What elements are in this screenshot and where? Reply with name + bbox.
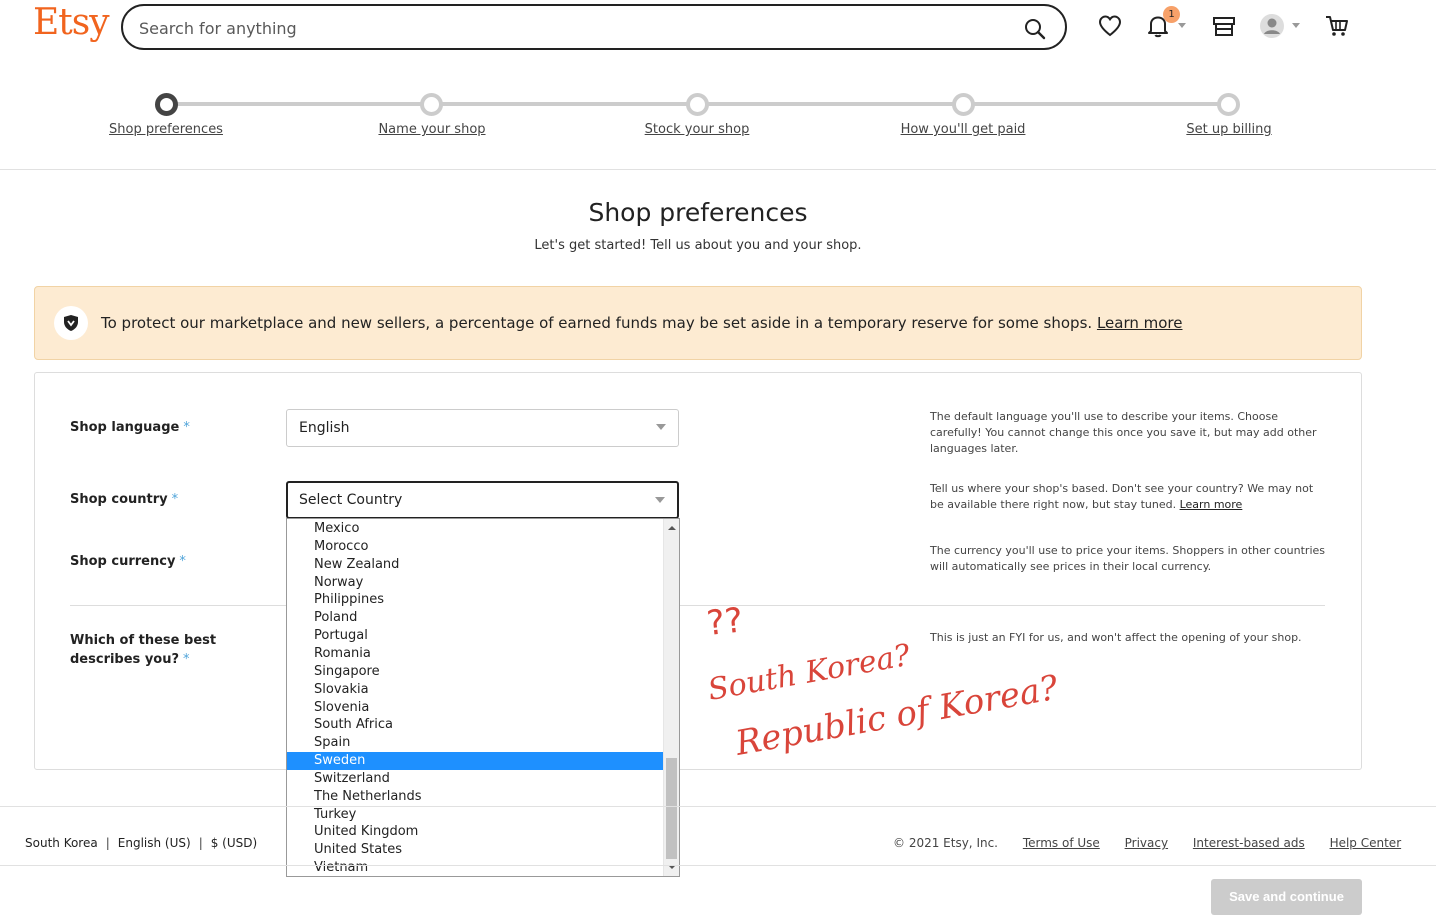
shop-country-select[interactable]: Select Country [286, 481, 679, 519]
country-dropdown-list[interactable]: Mexico Morocco New Zealand Norway Philippine… [286, 518, 680, 877]
footer-links: © 2021 Etsy, Inc. Terms of Use Privacy I… [893, 836, 1401, 850]
country-option[interactable]: Mexico [287, 520, 663, 538]
etsy-logo[interactable]: Etsy [33, 2, 110, 43]
step-shop-preferences[interactable]: Shop preferences [109, 122, 223, 137]
locale-settings[interactable]: South Korea | English (US) | $ (USD) [25, 836, 257, 850]
country-option[interactable]: United Kingdom [287, 823, 663, 841]
country-option[interactable]: Morocco [287, 538, 663, 556]
country-option[interactable]: Vietnam [287, 859, 663, 876]
shop-icon[interactable] [1211, 13, 1237, 39]
shop-language-help: The default language you'll use to descr… [930, 410, 1317, 455]
shop-country-help: Tell us where your shop's based. Don't s… [930, 482, 1314, 511]
search-icon[interactable] [1023, 17, 1047, 41]
country-option[interactable]: The Netherlands [287, 788, 663, 806]
save-and-continue-button[interactable]: Save and continue [1211, 879, 1362, 915]
dropdown-scrollbar[interactable] [663, 519, 679, 876]
footer-language[interactable]: English (US) [118, 836, 191, 850]
learn-more-link[interactable]: Learn more [1097, 314, 1183, 332]
shop-currency-help: The currency you'll use to price your it… [930, 544, 1326, 573]
banner-message: To protect our marketplace and new selle… [101, 314, 1182, 332]
banner-text: To protect our marketplace and new selle… [101, 314, 1093, 332]
step-name-your-shop[interactable]: Name your shop [378, 122, 485, 137]
country-learn-more-link[interactable]: Learn more [1180, 498, 1243, 511]
shield-icon [54, 306, 88, 340]
shop-currency-label: Shop currency * [70, 554, 186, 569]
country-option[interactable]: Singapore [287, 663, 663, 681]
terms-of-use-link[interactable]: Terms of Use [1023, 836, 1100, 850]
footer-region[interactable]: South Korea [25, 836, 98, 850]
page-subtitle: Let's get started! Tell us about you and… [534, 238, 862, 253]
country-option[interactable]: Spain [287, 734, 663, 752]
step-dot-shop-preferences [155, 93, 178, 116]
shop-language-label: Shop language * [70, 420, 190, 435]
step-dot-name-your-shop [420, 93, 443, 116]
divider [70, 605, 1325, 606]
search-bar[interactable] [121, 4, 1067, 50]
country-option[interactable]: Slovakia [287, 681, 663, 699]
country-option[interactable]: Portugal [287, 627, 663, 645]
step-billing[interactable]: Set up billing [1186, 122, 1271, 137]
step-stock-your-shop[interactable]: Stock your shop [645, 122, 750, 137]
scroll-thumb[interactable] [666, 758, 677, 859]
step-dot-get-paid [952, 93, 975, 116]
country-option[interactable]: Switzerland [287, 770, 663, 788]
shop-country-label: Shop country * [70, 492, 179, 507]
chevron-down-icon[interactable] [1178, 23, 1186, 28]
country-option[interactable]: Romania [287, 645, 663, 663]
country-option[interactable]: Sweden [287, 752, 663, 771]
shop-country-value: Select Country [299, 492, 403, 508]
site-header: Etsy 1 [0, 0, 1436, 56]
country-option[interactable]: Norway [287, 574, 663, 592]
country-option[interactable]: Slovenia [287, 699, 663, 717]
shop-language-select[interactable]: English [286, 409, 679, 447]
interest-based-ads-link[interactable]: Interest-based ads [1193, 836, 1305, 850]
page-title: Shop preferences [588, 198, 808, 227]
chevron-down-icon [655, 497, 665, 503]
divider [0, 169, 1436, 170]
step-dot-billing [1217, 93, 1240, 116]
avatar-icon[interactable] [1259, 13, 1285, 39]
copyright: © 2021 Etsy, Inc. [893, 836, 998, 850]
step-get-paid[interactable]: How you'll get paid [901, 122, 1026, 137]
chevron-down-icon [656, 424, 666, 430]
privacy-link[interactable]: Privacy [1125, 836, 1168, 850]
country-option[interactable]: Philippines [287, 591, 663, 609]
scroll-up-icon[interactable] [668, 526, 676, 530]
handwritten-annotation: ?? South Korea? Republic of Korea? [705, 600, 1062, 764]
country-option[interactable]: Turkey [287, 806, 663, 824]
help-center-link[interactable]: Help Center [1330, 836, 1402, 850]
search-input[interactable] [139, 16, 999, 40]
annotation-line-1: ?? [705, 600, 745, 644]
country-option[interactable]: United States [287, 841, 663, 859]
heart-icon[interactable] [1097, 13, 1123, 39]
notification-badge: 1 [1163, 6, 1180, 23]
divider [0, 865, 1436, 866]
reserve-notice-banner: To protect our marketplace and new selle… [34, 286, 1362, 360]
footer-currency[interactable]: $ (USD) [211, 836, 257, 850]
chevron-down-icon[interactable] [1292, 23, 1300, 28]
step-dot-stock-your-shop [686, 93, 709, 116]
country-option[interactable]: Poland [287, 609, 663, 627]
country-option[interactable]: South Africa [287, 716, 663, 734]
cart-icon[interactable] [1324, 13, 1350, 39]
describe-you-label: Which of these best describes you? * [70, 633, 217, 667]
shop-language-value: English [299, 420, 350, 436]
divider [0, 806, 1436, 807]
country-option[interactable]: New Zealand [287, 556, 663, 574]
